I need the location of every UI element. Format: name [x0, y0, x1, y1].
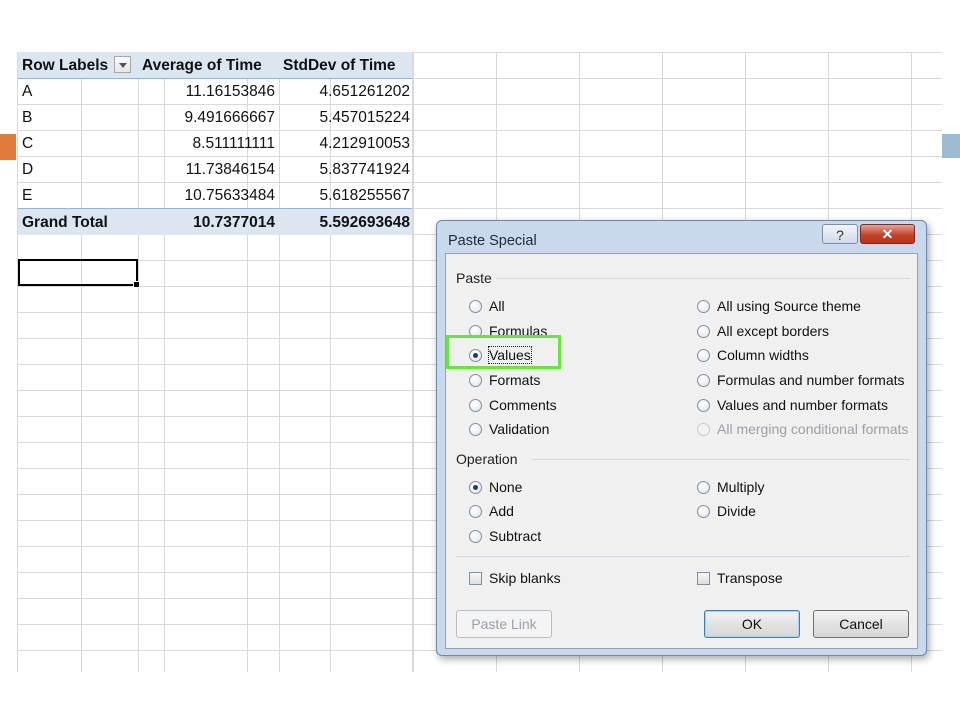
stddev-cell[interactable]: 5.457015224	[279, 104, 412, 130]
operation-group-label: Operation	[456, 451, 518, 467]
radio-button[interactable]	[697, 348, 710, 362]
radio-button[interactable]	[697, 373, 710, 387]
radio-button[interactable]	[469, 504, 482, 518]
row-label[interactable]: D	[18, 156, 138, 182]
radio-button[interactable]	[469, 398, 482, 412]
pivot-row[interactable]: B 9.491666667 5.457015224	[18, 104, 412, 130]
radio-paste-formulas-number-formats[interactable]: Formulas and number formats	[697, 371, 905, 389]
pivot-row[interactable]: C 8.511111111 4.212910053	[18, 130, 412, 156]
row-label[interactable]: A	[18, 78, 138, 104]
pivot-header-row-labels[interactable]: Row Labels	[18, 52, 138, 78]
dialog-body: Paste All Formulas Values Formats Commen…	[445, 253, 918, 649]
close-icon[interactable]: ✕	[860, 224, 915, 244]
radio-operation-subtract[interactable]: Subtract	[469, 527, 541, 545]
radio-paste-values-number-formats[interactable]: Values and number formats	[697, 396, 888, 414]
radio-button[interactable]	[697, 299, 710, 313]
fill-handle[interactable]	[133, 281, 140, 288]
radio-paste-all[interactable]: All	[469, 297, 505, 315]
average-cell[interactable]: 11.73846154	[138, 156, 279, 182]
radio-button[interactable]	[469, 373, 482, 387]
values-highlight-box	[446, 335, 561, 369]
active-cell-selection[interactable]	[18, 259, 140, 288]
paste-link-button: Paste Link	[456, 610, 552, 638]
radio-operation-add[interactable]: Add	[469, 502, 514, 520]
radio-paste-column-widths[interactable]: Column widths	[697, 346, 809, 364]
pivot-row[interactable]: A 11.16153846 4.651261202	[18, 78, 412, 104]
radio-paste-except-borders[interactable]: All except borders	[697, 322, 829, 340]
radio-paste-merging-conditional-formats: All merging conditional formats	[697, 420, 908, 438]
dialog-titlebar[interactable]: Paste Special ? ✕	[437, 221, 926, 257]
column-divider	[412, 52, 413, 672]
pivot-row[interactable]: D 11.73846154 5.837741924	[18, 156, 412, 182]
row-label[interactable]: E	[18, 182, 138, 208]
radio-button[interactable]	[469, 529, 482, 543]
checkbox-skip-blanks[interactable]: Skip blanks	[469, 569, 561, 587]
grand-total-label[interactable]: Grand Total	[18, 209, 138, 235]
radio-paste-comments[interactable]: Comments	[469, 396, 557, 414]
pivot-grand-total-row[interactable]: Grand Total 10.7377014 5.592693648	[18, 208, 412, 235]
pivot-header-stddev[interactable]: StdDev of Time	[279, 52, 412, 78]
pivot-header-average[interactable]: Average of Time	[138, 52, 279, 78]
stddev-cell[interactable]: 5.618255567	[279, 182, 412, 208]
average-cell[interactable]: 10.75633484	[138, 182, 279, 208]
checkbox[interactable]	[697, 571, 710, 585]
group-divider	[456, 556, 910, 557]
average-cell[interactable]: 8.511111111	[138, 130, 279, 156]
group-divider	[532, 459, 910, 460]
radio-button[interactable]	[469, 422, 482, 436]
grand-total-average[interactable]: 10.7377014	[138, 209, 279, 235]
radio-button[interactable]	[697, 504, 710, 518]
slide-accent-left	[0, 134, 16, 160]
radio-paste-formats[interactable]: Formats	[469, 371, 540, 389]
radio-button[interactable]	[697, 480, 710, 494]
row-label[interactable]: C	[18, 130, 138, 156]
radio-button[interactable]	[469, 299, 482, 313]
row-label[interactable]: B	[18, 104, 138, 130]
pivot-row[interactable]: E 10.75633484 5.618255567	[18, 182, 412, 208]
radio-paste-source-theme[interactable]: All using Source theme	[697, 297, 861, 315]
paste-group-label: Paste	[456, 270, 492, 286]
dialog-title: Paste Special	[448, 233, 537, 249]
radio-button[interactable]	[697, 398, 710, 412]
group-divider	[496, 278, 910, 279]
radio-operation-divide[interactable]: Divide	[697, 502, 756, 520]
ok-button[interactable]: OK	[704, 610, 800, 638]
checkbox[interactable]	[469, 571, 482, 585]
average-cell[interactable]: 11.16153846	[138, 78, 279, 104]
radio-operation-none[interactable]: None	[469, 478, 522, 496]
average-cell[interactable]: 9.491666667	[138, 104, 279, 130]
checkbox-transpose[interactable]: Transpose	[697, 569, 783, 587]
stddev-cell[interactable]: 4.212910053	[279, 130, 412, 156]
stddev-cell[interactable]: 4.651261202	[279, 78, 412, 104]
radio-button[interactable]	[697, 324, 710, 338]
radio-operation-multiply[interactable]: Multiply	[697, 478, 764, 496]
radio-button-disabled	[697, 422, 710, 436]
help-icon[interactable]: ?	[822, 224, 858, 244]
cancel-button[interactable]: Cancel	[813, 610, 909, 638]
paste-special-dialog: Paste Special ? ✕ Paste All Formulas Val…	[436, 220, 927, 656]
dropdown-arrow-icon[interactable]	[114, 56, 132, 74]
stddev-cell[interactable]: 5.837741924	[279, 156, 412, 182]
pivot-header-row: Row Labels Average of Time StdDev of Tim…	[18, 52, 412, 79]
radio-paste-validation[interactable]: Validation	[469, 420, 549, 438]
grand-total-stddev[interactable]: 5.592693648	[279, 209, 412, 235]
slide-accent-right	[941, 134, 960, 158]
radio-button-checked[interactable]	[469, 480, 482, 494]
